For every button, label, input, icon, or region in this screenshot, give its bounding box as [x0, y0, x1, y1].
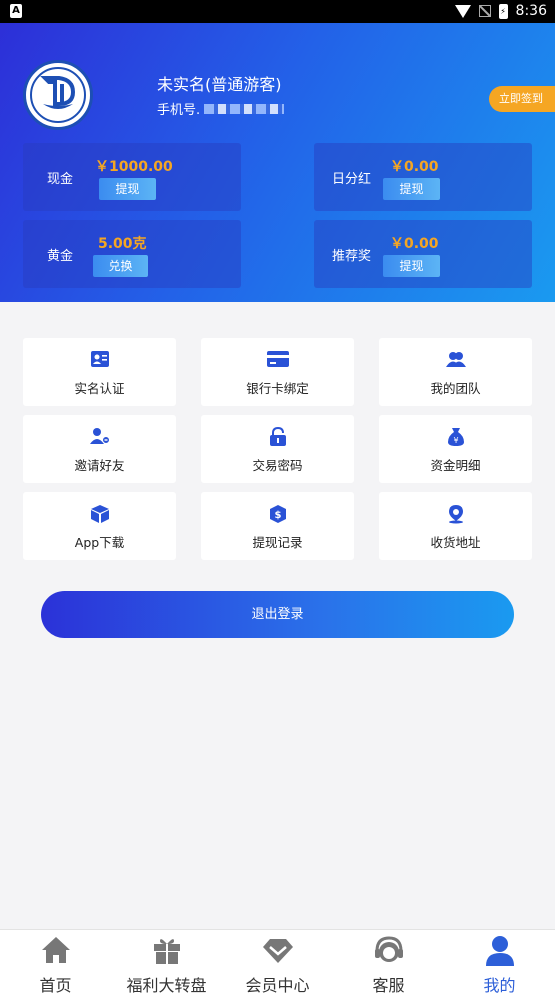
profile-header: 未实名(普通游客) 手机号. 立即签到 现金 ￥1000.00 提现 日分红 ￥… [0, 23, 555, 302]
user-phone: 手机号. [157, 99, 285, 118]
brand-logo [23, 60, 93, 130]
battery-icon: ⚡ [498, 3, 508, 19]
menu-app-download[interactable]: App下载 [23, 492, 176, 560]
user-name: 未实名(普通游客) [157, 75, 282, 94]
menu-bank-card-binding[interactable]: 银行卡绑定 [201, 338, 354, 406]
id-card-icon [23, 350, 176, 370]
logout-button[interactable]: 退出登录 [41, 591, 514, 638]
box-icon [23, 504, 176, 524]
diamond-icon [222, 935, 333, 969]
menu-shipping-address[interactable]: 收货地址 [379, 492, 532, 560]
menu-label: 资金明细 [430, 458, 481, 473]
cash-card: 现金 ￥1000.00 提现 [23, 143, 241, 211]
menu-label: 交易密码 [252, 458, 303, 473]
menu-real-name-auth[interactable]: 实名认证 [23, 338, 176, 406]
menu-withdraw-records[interactable]: $ 提现记录 [201, 492, 354, 560]
user-icon [444, 935, 555, 969]
card-value: 5.00克 [98, 236, 147, 252]
withdraw-dividend-button[interactable]: 提现 [383, 178, 440, 200]
menu-label: 银行卡绑定 [246, 381, 309, 396]
svg-text:$: $ [274, 510, 281, 521]
daily-dividend-card: 日分红 ￥0.00 提现 [314, 143, 532, 211]
bank-card-icon [201, 350, 354, 370]
card-value: ￥1000.00 [95, 159, 173, 175]
headset-icon [333, 935, 444, 969]
menu-label: 邀请好友 [74, 458, 125, 473]
menu-trade-password[interactable]: 交易密码 [201, 415, 354, 483]
tab-label: 首页 [39, 976, 72, 993]
menu-label: 我的团队 [430, 381, 481, 396]
card-label: 现金 [47, 172, 74, 187]
card-value: ￥0.00 [390, 159, 439, 175]
tab-label: 福利大转盘 [126, 976, 207, 993]
home-icon [0, 935, 111, 969]
menu-label: 收货地址 [430, 535, 481, 550]
gold-card: 黄金 5.00克 兑换 [23, 220, 241, 288]
tab-home[interactable]: 首页 [0, 930, 111, 993]
card-label: 日分红 [332, 172, 372, 187]
tab-lucky-wheel[interactable]: 福利大转盘 [111, 930, 222, 993]
tab-label: 会员中心 [245, 976, 310, 993]
menu-label: 实名认证 [74, 381, 125, 396]
gift-icon [111, 935, 222, 969]
tab-mine[interactable]: 我的 [444, 930, 555, 993]
tab-label: 我的 [483, 976, 516, 993]
clock: 8:36 [515, 3, 547, 19]
menu-label: App下载 [74, 535, 125, 550]
wifi-icon [454, 4, 471, 18]
tab-label: 客服 [372, 976, 405, 993]
lock-icon [201, 427, 354, 447]
status-bar: A ⚡ 8:36 [0, 0, 555, 23]
notification-icon: A [10, 4, 22, 18]
card-label: 黄金 [47, 249, 74, 264]
referral-bonus-card: 推荐奖 ￥0.00 提现 [314, 220, 532, 288]
invite-user-icon [23, 427, 176, 447]
signin-button[interactable]: 立即签到 [489, 86, 555, 112]
menu-fund-details[interactable]: ¥ 资金明细 [379, 415, 532, 483]
withdraw-referral-button[interactable]: 提现 [383, 255, 440, 277]
phone-number-masked [204, 103, 285, 114]
withdraw-record-icon: $ [201, 504, 354, 524]
tab-member-center[interactable]: 会员中心 [222, 930, 333, 993]
team-icon [379, 350, 532, 370]
location-icon [379, 504, 532, 524]
money-bag-icon: ¥ [379, 427, 532, 447]
tab-customer-service[interactable]: 客服 [333, 930, 444, 993]
no-signal-icon [478, 5, 491, 17]
menu-invite-friends[interactable]: 邀请好友 [23, 415, 176, 483]
card-label: 推荐奖 [332, 249, 372, 264]
card-value: ￥0.00 [390, 236, 439, 252]
menu-label: 提现记录 [252, 535, 303, 550]
bottom-tab-bar: 首页 福利大转盘 会员中心 客服 我的 [0, 929, 555, 993]
exchange-gold-button[interactable]: 兑换 [93, 255, 148, 277]
withdraw-cash-button[interactable]: 提现 [99, 178, 156, 200]
phone-label: 手机号. [157, 103, 201, 118]
menu-my-team[interactable]: 我的团队 [379, 338, 532, 406]
svg-text:¥: ¥ [453, 436, 458, 445]
